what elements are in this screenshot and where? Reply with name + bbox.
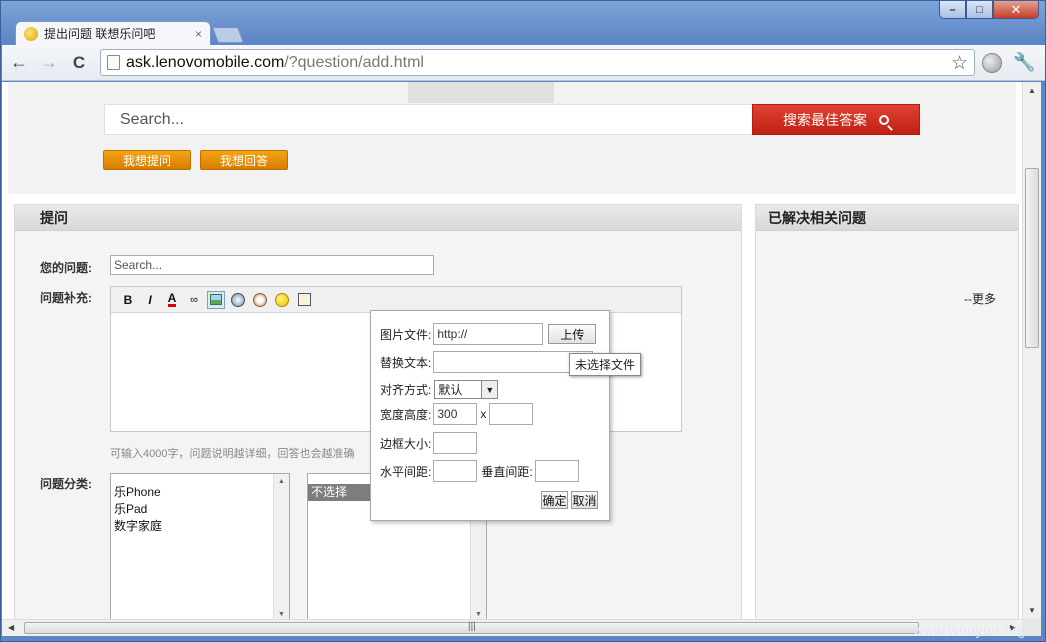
close-icon: ✕	[1010, 1, 1022, 17]
related-panel: 已解决相关问题 --更多	[755, 204, 1019, 619]
ask-panel-title: 提问	[15, 205, 741, 231]
search-icon	[879, 114, 889, 125]
favicon-icon	[24, 26, 38, 41]
category-option[interactable]: 数字家庭	[111, 518, 289, 535]
search-input[interactable]: Search...	[104, 104, 754, 135]
tab-active[interactable]: 提出问题 联想乐问吧 ×	[15, 21, 211, 45]
scroll-left-arrow-icon[interactable]: ◀	[8, 623, 14, 632]
scroll-up-arrow-icon[interactable]: ▲	[278, 478, 285, 485]
align-select-value: 默认	[438, 383, 463, 397]
ok-button[interactable]: 确定	[541, 491, 568, 509]
insert-image-dialog: 图片文件: http:// 上传 替换文本: 对齐方式: 默认 ▼ 宽度高度: …	[370, 310, 610, 521]
grip-icon: |||	[468, 621, 476, 632]
minimize-button[interactable]: –	[939, 1, 966, 19]
scroll-down-arrow-icon[interactable]: ▼	[278, 611, 285, 618]
border-input[interactable]	[433, 432, 478, 454]
browser-window: – □ ✕ 提出问题 联想乐问吧 × ← → C ask.lenovomobil…	[0, 0, 1046, 642]
window-controls: – □ ✕	[939, 1, 1039, 19]
category-option[interactable]: 乐Pad	[111, 501, 289, 518]
height-input[interactable]	[489, 403, 534, 425]
globe-icon[interactable]	[982, 53, 1002, 73]
italic-icon: I	[148, 292, 152, 307]
scroll-down-arrow-icon[interactable]: ▼	[475, 611, 482, 618]
forward-button[interactable]: →	[36, 50, 62, 76]
upload-button[interactable]: 上传	[548, 324, 597, 344]
font-color-icon: A	[167, 291, 177, 307]
maximize-button[interactable]: □	[966, 1, 993, 19]
category-listbox[interactable]: 乐Phone 乐Pad 数字家庭 ▲ ▼	[110, 473, 290, 619]
minimize-icon: –	[949, 3, 956, 16]
border-label: 边框大小:	[380, 436, 432, 451]
scroll-thumb[interactable]	[1025, 168, 1039, 348]
flash-icon	[231, 292, 245, 307]
tab-title: 提出问题 联想乐问吧	[44, 27, 156, 41]
more-link[interactable]: --更多	[964, 290, 996, 307]
supplement-label: 问题补充:	[40, 291, 92, 305]
category-option[interactable]: 乐Phone	[111, 484, 289, 501]
bookmark-star-icon[interactable]: ☆	[951, 52, 968, 75]
category-label: 问题分类:	[40, 477, 92, 491]
insert-media-button[interactable]	[251, 291, 269, 309]
browser-toolbar: ← → C ask.lenovomobile.com/?question/add…	[2, 45, 1045, 81]
chevron-down-icon: ▼	[481, 381, 498, 398]
vspace-label: 垂直间距:	[481, 464, 533, 479]
wrench-icon[interactable]: 🔧	[1013, 52, 1035, 73]
align-label: 对齐方式:	[380, 383, 432, 397]
bold-button[interactable]: B	[119, 291, 137, 309]
address-bar[interactable]: ask.lenovomobile.com/?question/add.html …	[100, 49, 975, 76]
page-viewport: Search... 搜索最佳答案 我想提问 我想回答 提问 您的问题: Sear…	[2, 82, 1022, 619]
hspace-input[interactable]	[433, 460, 478, 482]
page-horizontal-scrollbar[interactable]: ◀ ||| ▶	[2, 619, 1022, 636]
hspace-label: 水平间距:	[380, 464, 432, 479]
size-separator: x	[480, 407, 487, 421]
link-button[interactable]: ∞	[185, 291, 203, 309]
question-label: 您的问题:	[40, 261, 92, 275]
insert-image-button[interactable]	[207, 290, 225, 309]
tab-close-icon[interactable]: ×	[195, 27, 202, 41]
link-icon: ∞	[190, 293, 198, 306]
width-input[interactable]: 300	[433, 403, 478, 425]
image-icon	[210, 294, 222, 305]
vspace-input[interactable]	[534, 460, 579, 482]
emoticon-button[interactable]	[273, 291, 291, 309]
maximize-icon: □	[976, 3, 983, 16]
insert-flash-button[interactable]	[229, 291, 247, 309]
new-tab-button[interactable]	[212, 27, 244, 43]
image-url-input[interactable]: http://	[433, 323, 544, 345]
align-select[interactable]: 默认 ▼	[434, 380, 499, 399]
alt-label: 替换文本:	[380, 355, 432, 370]
url-path: /?question/add.html	[284, 53, 424, 71]
page-vertical-scrollbar[interactable]: ▲ ▼	[1022, 82, 1041, 619]
scroll-up-arrow-icon[interactable]: ▲	[1028, 86, 1036, 95]
search-button[interactable]: 搜索最佳答案	[752, 104, 920, 135]
media-icon	[253, 292, 267, 307]
length-hint: 可输入4000字，问题说明越详细，回答也会越准确	[110, 448, 355, 460]
answer-question-button[interactable]: 我想回答	[200, 150, 288, 170]
reload-button[interactable]: C	[66, 50, 92, 76]
file-tooltip: 未选择文件	[569, 353, 642, 376]
cancel-button[interactable]: 取消	[571, 491, 598, 509]
search-button-label: 搜索最佳答案	[783, 111, 867, 128]
bold-icon: B	[123, 292, 133, 307]
italic-button[interactable]: I	[141, 291, 159, 309]
smiley-icon	[275, 292, 289, 307]
edit-source-button[interactable]	[295, 291, 313, 309]
tab-strip: 提出问题 联想乐问吧 ×	[1, 19, 1045, 45]
edit-icon	[297, 293, 311, 306]
close-window-button[interactable]: ✕	[993, 1, 1039, 19]
ask-question-button[interactable]: 我想提问	[103, 150, 191, 170]
url-host: ask.lenovomobile.com	[126, 53, 285, 71]
category-scrollbar[interactable]: ▲ ▼	[273, 474, 289, 619]
watermark: www.wooyun.org	[913, 622, 1026, 638]
file-label: 图片文件:	[380, 327, 432, 342]
scroll-down-arrow-icon[interactable]: ▼	[1028, 606, 1036, 615]
menu-remnant	[408, 82, 554, 103]
back-button[interactable]: ←	[6, 50, 32, 76]
page-icon	[107, 55, 120, 70]
size-label: 宽度高度:	[380, 407, 432, 422]
related-panel-title: 已解决相关问题	[756, 205, 1018, 231]
font-color-button[interactable]: A	[163, 291, 181, 309]
question-input[interactable]: Search...	[110, 255, 434, 275]
